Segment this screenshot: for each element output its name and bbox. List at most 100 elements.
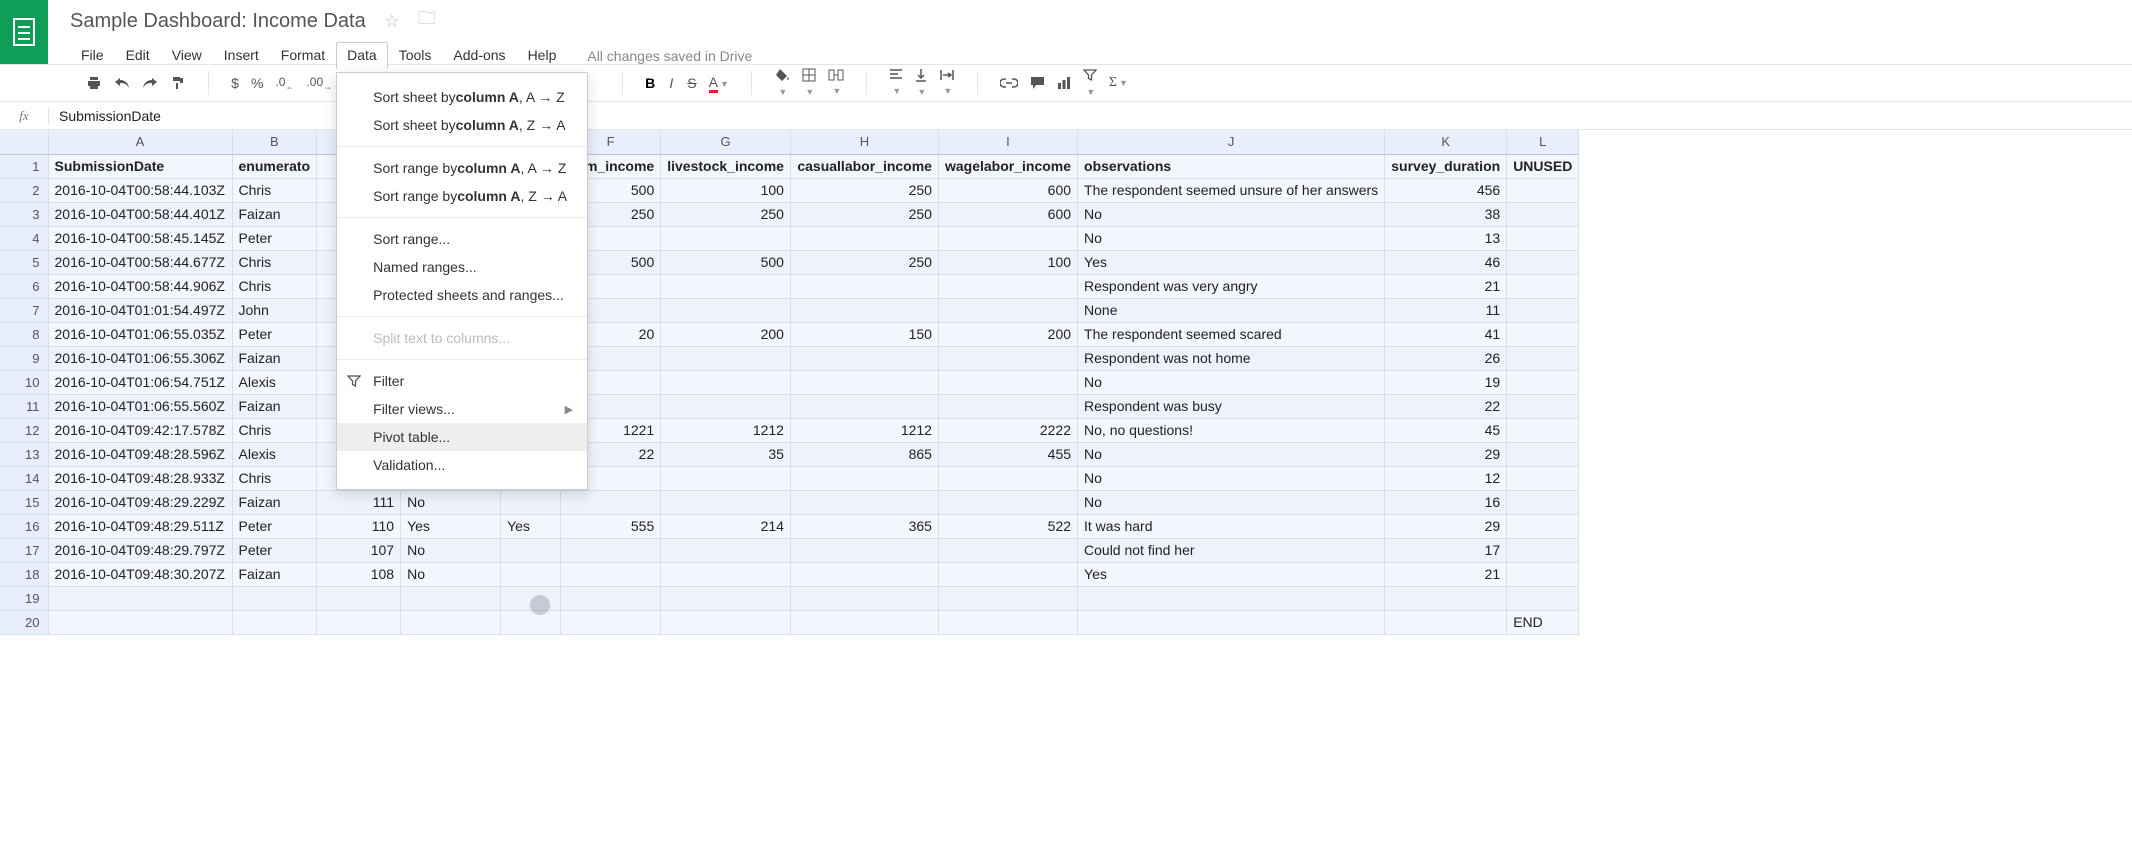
cell[interactable]: No [401, 538, 501, 562]
cell[interactable]: 38 [1385, 202, 1507, 226]
cell[interactable]: 200 [938, 322, 1077, 346]
cell[interactable] [501, 538, 561, 562]
textcolor-button[interactable]: A▼ [703, 70, 735, 97]
cell[interactable]: Yes [501, 514, 561, 538]
cell[interactable]: No [1078, 370, 1385, 394]
cell[interactable] [48, 586, 232, 610]
col-header-H[interactable]: H [790, 130, 938, 154]
cell[interactable]: It was hard [1078, 514, 1385, 538]
cell[interactable]: Peter [232, 226, 317, 250]
dd-sort-sheet-za[interactable]: Sort sheet by column A, Z → A [337, 111, 587, 139]
cell[interactable] [790, 226, 938, 250]
cell[interactable]: 21 [1385, 562, 1507, 586]
cell[interactable]: Chris [232, 418, 317, 442]
row-header[interactable]: 3 [0, 202, 48, 226]
cell[interactable] [1507, 442, 1579, 466]
cell[interactable]: Faizan [232, 346, 317, 370]
row-header[interactable]: 6 [0, 274, 48, 298]
row-header[interactable]: 12 [0, 418, 48, 442]
dd-filter-views[interactable]: Filter views... ▶ [337, 395, 587, 423]
dd-named-ranges[interactable]: Named ranges... [337, 253, 587, 281]
cell[interactable]: 29 [1385, 442, 1507, 466]
cell[interactable] [661, 466, 791, 490]
cell[interactable] [938, 562, 1077, 586]
cell[interactable]: 100 [661, 178, 791, 202]
row-header[interactable]: 10 [0, 370, 48, 394]
row-header[interactable]: 17 [0, 538, 48, 562]
cell[interactable] [661, 394, 791, 418]
cell[interactable] [938, 586, 1077, 610]
cell[interactable]: 600 [938, 202, 1077, 226]
cell[interactable] [501, 490, 561, 514]
row-header[interactable]: 16 [0, 514, 48, 538]
cell[interactable]: observations [1078, 154, 1385, 178]
cell[interactable] [661, 370, 791, 394]
cell[interactable] [317, 610, 401, 634]
italic-button[interactable]: I [661, 71, 681, 95]
cell[interactable]: Alexis [232, 370, 317, 394]
increase-decimal-icon[interactable]: .00→ [300, 71, 338, 95]
cell[interactable]: 1212 [661, 418, 791, 442]
cell[interactable]: Yes [1078, 562, 1385, 586]
cell[interactable] [1507, 370, 1579, 394]
cell[interactable] [1507, 202, 1579, 226]
cell[interactable]: 2016-10-04T09:48:29.797Z [48, 538, 232, 562]
cell[interactable] [661, 562, 791, 586]
redo-icon[interactable] [136, 72, 164, 94]
cell[interactable]: No [1078, 490, 1385, 514]
cell[interactable]: Respondent was very angry [1078, 274, 1385, 298]
dd-filter[interactable]: Filter [337, 367, 587, 395]
cell[interactable]: 2016-10-04T01:06:55.035Z [48, 322, 232, 346]
cell[interactable] [661, 610, 791, 634]
cell[interactable]: Chris [232, 178, 317, 202]
cell[interactable] [48, 610, 232, 634]
cell[interactable] [1507, 538, 1579, 562]
filter-icon[interactable]: ▼ [1077, 64, 1103, 102]
cell[interactable] [317, 586, 401, 610]
col-header-B[interactable]: B [232, 130, 317, 154]
cell[interactable] [790, 274, 938, 298]
cell[interactable]: 600 [938, 178, 1077, 202]
menu-data[interactable]: Data Sort sheet by column A, A → Z Sort … [336, 42, 388, 69]
cell[interactable]: 2016-10-04T00:58:45.145Z [48, 226, 232, 250]
cell[interactable]: The respondent seemed scared [1078, 322, 1385, 346]
cell[interactable] [232, 586, 317, 610]
dd-sort-sheet-az[interactable]: Sort sheet by column A, A → Z [337, 83, 587, 111]
cell[interactable]: 2016-10-04T09:48:30.207Z [48, 562, 232, 586]
cell[interactable]: Chris [232, 274, 317, 298]
cell[interactable]: 250 [661, 202, 791, 226]
print-icon[interactable] [80, 71, 108, 95]
cell[interactable] [1507, 514, 1579, 538]
cell[interactable] [1507, 250, 1579, 274]
cell[interactable]: Peter [232, 322, 317, 346]
cell[interactable]: 2016-10-04T09:48:28.933Z [48, 466, 232, 490]
cell[interactable] [938, 298, 1077, 322]
cell[interactable]: END [1507, 610, 1579, 634]
col-header-I[interactable]: I [938, 130, 1077, 154]
cell[interactable]: 35 [661, 442, 791, 466]
row-header[interactable]: 18 [0, 562, 48, 586]
cell[interactable]: 2016-10-04T01:01:54.497Z [48, 298, 232, 322]
cell[interactable]: 111 [317, 490, 401, 514]
cell[interactable] [938, 466, 1077, 490]
cell[interactable] [661, 298, 791, 322]
cell[interactable]: Yes [1078, 250, 1385, 274]
cell[interactable]: 500 [661, 250, 791, 274]
row-header[interactable]: 14 [0, 466, 48, 490]
cell[interactable] [661, 538, 791, 562]
cell[interactable]: survey_duration [1385, 154, 1507, 178]
spreadsheet-grid[interactable]: ABCDEFGHIJKL1SubmissionDateenumeratofarm… [0, 130, 1579, 635]
cell[interactable]: 200 [661, 322, 791, 346]
cell[interactable] [401, 586, 501, 610]
cell[interactable] [790, 394, 938, 418]
cell[interactable]: No [401, 490, 501, 514]
cell[interactable] [790, 346, 938, 370]
cell[interactable]: Could not find her [1078, 538, 1385, 562]
cell[interactable] [938, 490, 1077, 514]
cell[interactable] [938, 346, 1077, 370]
row-header[interactable]: 20 [0, 610, 48, 634]
cell[interactable]: 250 [790, 178, 938, 202]
cell[interactable] [790, 466, 938, 490]
cell[interactable] [501, 562, 561, 586]
folder-icon[interactable]: 🗀 [418, 6, 436, 36]
